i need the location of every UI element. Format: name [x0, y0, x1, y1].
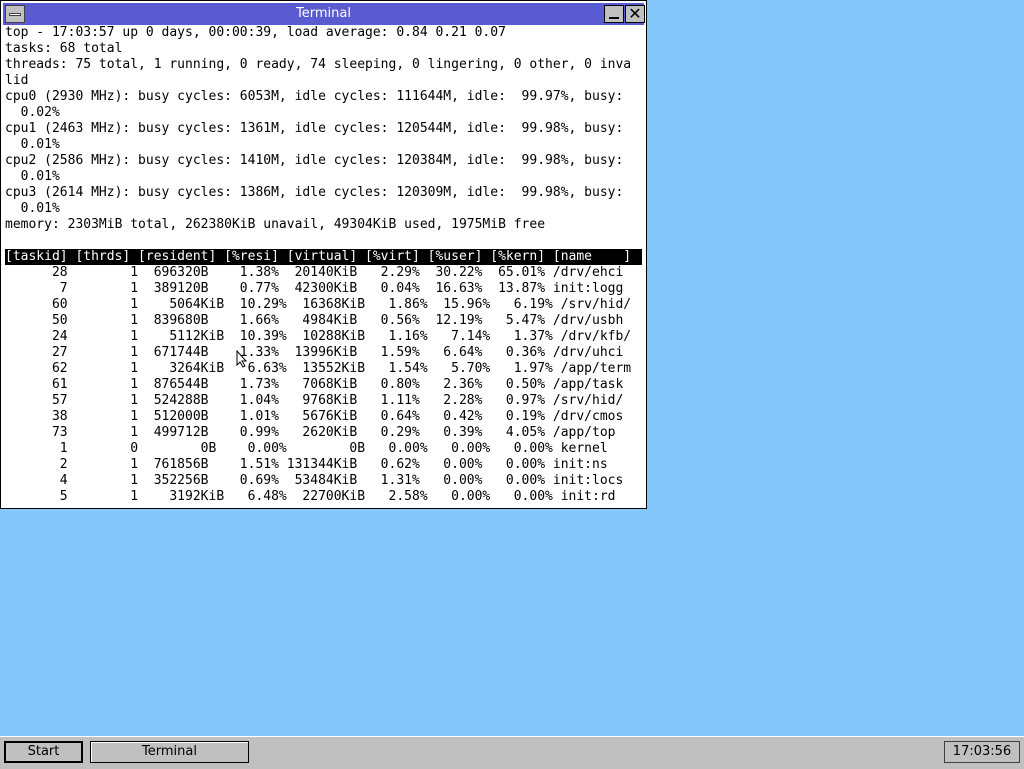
terminal-line: 0.01%	[5, 201, 60, 216]
terminal-line: threads: 75 total, 1 running, 0 ready, 7…	[5, 57, 632, 72]
terminal-line: memory: 2303MiB total, 262380KiB unavail…	[5, 217, 546, 232]
terminal-line: tasks: 68 total	[5, 41, 123, 56]
terminal-line: 0.01%	[5, 137, 60, 152]
terminal-line: cpu3 (2614 MHz): busy cycles: 1386M, idl…	[5, 185, 624, 200]
clock: 17:03:56	[944, 741, 1020, 763]
minimize-button[interactable]	[604, 5, 624, 23]
terminal-line: top - 17:03:57 up 0 days, 00:00:39, load…	[5, 25, 506, 40]
start-button[interactable]: Start	[4, 741, 83, 763]
process-row: 4 1 352256B 0.69% 53484KiB 1.31% 0.00% 0…	[5, 473, 624, 488]
close-icon: ✕	[628, 4, 642, 23]
process-row: 27 1 671744B 1.33% 13996KiB 1.59% 6.64% …	[5, 345, 624, 360]
process-row: 61 1 876544B 1.73% 7068KiB 0.80% 2.36% 0…	[5, 377, 624, 392]
terminal-window[interactable]: Terminal ✕ top - 17:03:57 up 0 days, 00:…	[0, 0, 647, 509]
process-row: 60 1 5064KiB 10.29% 16368KiB 1.86% 15.96…	[5, 297, 632, 312]
terminal-line: 0.02%	[5, 105, 60, 120]
terminal-line: 0.01%	[5, 169, 60, 184]
terminal-line: lid	[5, 73, 29, 88]
process-row: 62 1 3264KiB 6.63% 13552KiB 1.54% 5.70% …	[5, 361, 632, 376]
process-row: 73 1 499712B 0.99% 2620KiB 0.29% 0.39% 4…	[5, 425, 616, 440]
process-row: 57 1 524288B 1.04% 9768KiB 1.11% 2.28% 0…	[5, 393, 624, 408]
process-row: 50 1 839680B 1.66% 4984KiB 0.56% 12.19% …	[5, 313, 624, 328]
window-titlebar[interactable]: Terminal ✕	[3, 3, 645, 25]
process-row: 7 1 389120B 0.77% 42300KiB 0.04% 16.63% …	[5, 281, 624, 296]
terminal-line: cpu2 (2586 MHz): busy cycles: 1410M, idl…	[5, 153, 624, 168]
terminal-output[interactable]: top - 17:03:57 up 0 days, 00:00:39, load…	[5, 25, 642, 507]
terminal-line: cpu1 (2463 MHz): busy cycles: 1361M, idl…	[5, 121, 624, 136]
process-row: 1 0 0B 0.00% 0B 0.00% 0.00% 0.00% kernel	[5, 441, 608, 456]
process-row: 5 1 3192KiB 6.48% 22700KiB 2.58% 0.00% 0…	[5, 489, 616, 504]
terminal-line: cpu0 (2930 MHz): busy cycles: 6053M, idl…	[5, 89, 624, 104]
process-row: 38 1 512000B 1.01% 5676KiB 0.64% 0.42% 0…	[5, 409, 624, 424]
process-row: 28 1 696320B 1.38% 20140KiB 2.29% 30.22%…	[5, 265, 624, 280]
taskbar-item-terminal[interactable]: Terminal	[90, 741, 249, 763]
mouse-pointer-icon	[236, 350, 248, 368]
close-button[interactable]: ✕	[625, 5, 645, 23]
minimize-icon	[609, 17, 619, 19]
process-table-header: [taskid] [thrds] [resident] [%resi] [vir…	[5, 249, 642, 265]
process-row: 2 1 761856B 1.51% 131344KiB 0.62% 0.00% …	[5, 457, 608, 472]
taskbar: Start Terminal 17:03:56	[0, 736, 1024, 769]
process-row: 24 1 5112KiB 10.39% 10288KiB 1.16% 7.14%…	[5, 329, 632, 344]
window-title: Terminal	[296, 6, 351, 21]
